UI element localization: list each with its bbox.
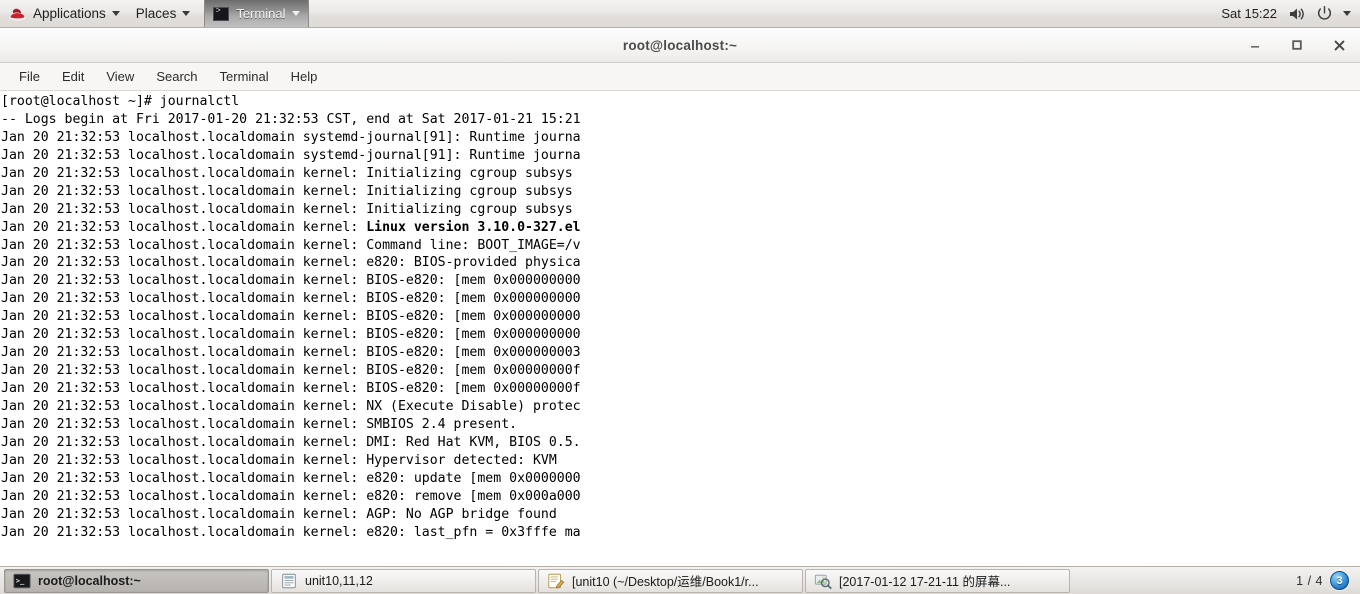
taskbar-item[interactable]: [unit10 (~/Desktop/运维/Book1/r... [538, 568, 803, 593]
terminal-line: Jan 20 21:32:53 localhost.localdomain ke… [1, 470, 581, 486]
terminal-line: Jan 20 21:32:53 localhost.localdomain ke… [1, 398, 581, 414]
terminal-line: Jan 20 21:32:53 localhost.localdomain ke… [1, 165, 573, 181]
taskbar-item[interactable]: >_ root@localhost:~ [4, 568, 269, 593]
menu-edit[interactable]: Edit [51, 63, 95, 90]
terminal-line: Jan 20 21:32:53 localhost.localdomain ke… [1, 363, 581, 379]
terminal-line: Jan 20 21:32:53 localhost.localdomain ke… [1, 416, 518, 432]
places-menu-label: Places [135, 6, 177, 21]
terminal-window: root@localhost:~ File Edit View Search T… [0, 28, 1360, 566]
terminal-icon [213, 6, 230, 21]
terminal-line: Jan 20 21:32:53 localhost.localdomain ke… [1, 219, 581, 235]
menu-terminal[interactable]: Terminal [209, 63, 280, 90]
terminal-line: Jan 20 21:32:53 localhost.localdomain sy… [1, 147, 581, 163]
applications-menu[interactable]: Applications [0, 0, 128, 27]
svg-text:>_: >_ [16, 576, 25, 585]
task-list: >_ root@localhost:~ unit10,11,12 [unit10 (~… [3, 568, 1286, 593]
volume-icon[interactable] [1283, 6, 1311, 22]
system-menu-chevron-down-icon[interactable] [1338, 11, 1360, 16]
image-viewer-icon [814, 573, 832, 589]
terminal-line: Jan 20 21:32:53 localhost.localdomain ke… [1, 345, 581, 361]
chevron-down-icon [182, 11, 191, 16]
panel-window-item-label: Terminal [236, 6, 286, 21]
terminal-line: Jan 20 21:32:53 localhost.localdomain ke… [1, 434, 581, 450]
terminal-line: Jan 20 21:32:53 localhost.localdomain ke… [1, 201, 573, 217]
menu-search[interactable]: Search [145, 63, 208, 90]
terminal-line-highlight: Linux version 3.10.0-327.el [366, 219, 581, 235]
close-button[interactable] [1328, 34, 1350, 56]
power-icon[interactable] [1311, 5, 1338, 22]
taskbar: >_ root@localhost:~ unit10,11,12 [unit10 (~… [0, 566, 1360, 594]
taskbar-item-label: unit10,11,12 [305, 573, 373, 588]
terminal-output-area[interactable]: [root@localhost ~]# journalctl -- Logs be… [0, 91, 1360, 566]
taskbar-item-label: [2017-01-12 17-21-11 的屏幕... [839, 575, 1011, 589]
workspace-badge[interactable]: 3 [1330, 571, 1349, 590]
terminal-line: Jan 20 21:32:53 localhost.localdomain ke… [1, 183, 573, 199]
chevron-down-icon [111, 11, 120, 16]
panel-window-item-terminal[interactable]: Terminal [204, 0, 310, 27]
terminal-line: Jan 20 21:32:53 localhost.localdomain ke… [1, 255, 581, 271]
top-panel: Applications Places Terminal Sat 15:22 [0, 0, 1360, 28]
window-title: root@localhost:~ [622, 37, 738, 53]
menu-view[interactable]: View [95, 63, 145, 90]
terminal-line: -- Logs begin at Fri 2017-01-20 21:32:53… [1, 111, 581, 127]
text-editor-icon [547, 573, 565, 589]
workspace-switcher[interactable]: 1 / 4 3 [1286, 571, 1357, 590]
terminal-line: Jan 20 21:32:53 localhost.localdomain ke… [1, 309, 581, 325]
terminal-line: [root@localhost ~]# journalctl [1, 94, 240, 109]
minimize-button[interactable] [1244, 34, 1266, 56]
terminal-line: Jan 20 21:32:53 localhost.localdomain sy… [1, 129, 581, 145]
menu-file[interactable]: File [8, 63, 51, 90]
taskbar-item[interactable]: unit10,11,12 [271, 568, 536, 593]
document-icon [280, 573, 298, 589]
taskbar-item-label: [unit10 (~/Desktop/运维/Book1/r... [572, 575, 759, 589]
maximize-button[interactable] [1286, 34, 1308, 56]
redhat-shadowman-icon [8, 4, 27, 23]
terminal-line: Jan 20 21:32:53 localhost.localdomain ke… [1, 327, 581, 343]
places-menu[interactable]: Places [128, 0, 199, 27]
menu-help[interactable]: Help [280, 63, 329, 90]
terminal-line: Jan 20 21:32:53 localhost.localdomain ke… [1, 506, 557, 522]
terminal-line: Jan 20 21:32:53 localhost.localdomain ke… [1, 488, 581, 504]
taskbar-item-label: root@localhost:~ [38, 573, 141, 588]
terminal-line: Jan 20 21:32:53 localhost.localdomain ke… [1, 524, 581, 540]
terminal-line: Jan 20 21:32:53 localhost.localdomain ke… [1, 381, 581, 396]
window-controls [1244, 34, 1360, 56]
panel-clock[interactable]: Sat 15:22 [1215, 6, 1283, 21]
window-menubar: File Edit View Search Terminal Help [0, 63, 1360, 91]
window-titlebar[interactable]: root@localhost:~ [0, 28, 1360, 63]
chevron-down-icon [292, 11, 301, 16]
terminal-line: Jan 20 21:32:53 localhost.localdomain ke… [1, 452, 557, 468]
terminal-line: Jan 20 21:32:53 localhost.localdomain ke… [1, 273, 581, 289]
terminal-icon: >_ [13, 573, 31, 589]
terminal-lines: [root@localhost ~]# journalctl -- Logs be… [1, 93, 1360, 541]
applications-menu-label: Applications [33, 6, 106, 21]
taskbar-item[interactable]: [2017-01-12 17-21-11 的屏幕... [805, 568, 1070, 593]
terminal-line: Jan 20 21:32:53 localhost.localdomain ke… [1, 291, 581, 307]
workspace-indicator: 1 / 4 [1296, 573, 1323, 588]
terminal-line: Jan 20 21:32:53 localhost.localdomain ke… [1, 237, 581, 253]
